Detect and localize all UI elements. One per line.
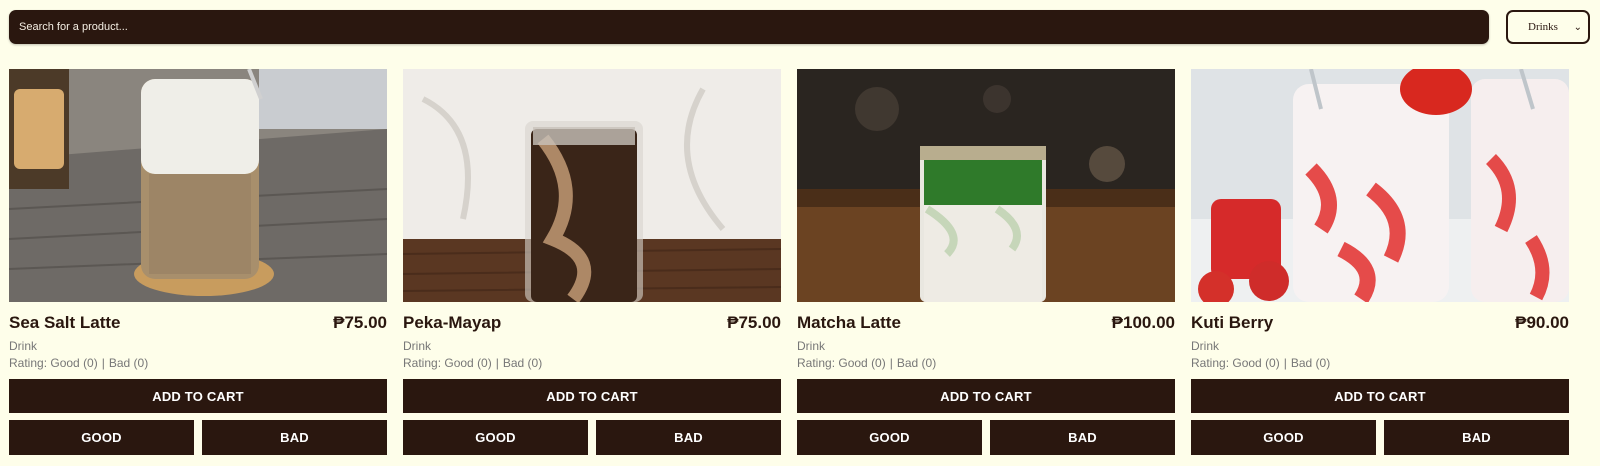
product-price: ₱75.00	[333, 313, 387, 332]
product-price: ₱90.00	[1515, 313, 1569, 332]
category-select-value: Drinks	[1528, 21, 1558, 33]
product-card: Kuti Berry ₱90.00 Drink Rating: Good (0)…	[1191, 69, 1569, 459]
rating-separator: |	[495, 356, 499, 370]
product-card: Matcha Latte ₱100.00 Drink Rating: Good …	[797, 69, 1175, 459]
product-card: Sea Salt Latte ₱75.00 Drink Rating: Good…	[9, 69, 387, 459]
top-bar: Search for a product... Drinks ⌄	[9, 10, 1590, 44]
product-image-peka-mayap	[403, 69, 781, 302]
product-category: Drink	[9, 339, 38, 353]
rating-bad-count: Bad (0)	[896, 356, 937, 370]
product-price: ₱100.00	[1111, 313, 1175, 332]
search-input[interactable]: Search for a product...	[9, 10, 1489, 44]
rating-separator: |	[889, 356, 893, 370]
product-card: Peka-Mayap ₱75.00 Drink Rating: Good (0)…	[403, 69, 781, 459]
product-name: Sea Salt Latte	[9, 313, 121, 332]
rate-bad-button[interactable]: BAD	[596, 420, 781, 455]
rate-good-button[interactable]: GOOD	[9, 420, 194, 455]
product-image-kuti-berry	[1191, 69, 1569, 302]
rating-good-count: Good (0)	[1232, 356, 1280, 370]
product-rating: Rating: Good (0) | Bad (0)	[9, 356, 148, 370]
rating-good-count: Good (0)	[50, 356, 98, 370]
rate-bad-button[interactable]: BAD	[202, 420, 387, 455]
add-to-cart-button[interactable]: ADD TO CART	[797, 379, 1175, 413]
product-category: Drink	[797, 339, 826, 353]
product-image-matcha-latte	[797, 69, 1175, 302]
chevron-down-icon: ⌄	[1573, 21, 1582, 33]
rate-good-button[interactable]: GOOD	[403, 420, 588, 455]
product-price: ₱75.00	[727, 313, 781, 332]
product-rating: Rating: Good (0) | Bad (0)	[1191, 356, 1330, 370]
product-image-sea-salt-latte	[9, 69, 387, 302]
category-select[interactable]: Drinks ⌄	[1506, 10, 1590, 44]
product-category: Drink	[403, 339, 432, 353]
product-name: Kuti Berry	[1191, 313, 1274, 332]
product-category: Drink	[1191, 339, 1220, 353]
rating-bad-count: Bad (0)	[108, 356, 149, 370]
add-to-cart-button[interactable]: ADD TO CART	[403, 379, 781, 413]
rate-bad-button[interactable]: BAD	[990, 420, 1175, 455]
rating-label: Rating:	[403, 356, 442, 370]
rating-label: Rating:	[9, 356, 48, 370]
rate-good-button[interactable]: GOOD	[797, 420, 982, 455]
rate-good-button[interactable]: GOOD	[1191, 420, 1376, 455]
product-name: Matcha Latte	[797, 313, 901, 332]
rating-separator: |	[101, 356, 105, 370]
rating-label: Rating:	[1191, 356, 1230, 370]
product-rating: Rating: Good (0) | Bad (0)	[403, 356, 542, 370]
rating-good-count: Good (0)	[838, 356, 886, 370]
product-rating: Rating: Good (0) | Bad (0)	[797, 356, 936, 370]
add-to-cart-button[interactable]: ADD TO CART	[9, 379, 387, 413]
rating-good-count: Good (0)	[444, 356, 492, 370]
rating-bad-count: Bad (0)	[502, 356, 543, 370]
add-to-cart-button[interactable]: ADD TO CART	[1191, 379, 1569, 413]
rating-label: Rating:	[797, 356, 836, 370]
rating-separator: |	[1283, 356, 1287, 370]
rating-bad-count: Bad (0)	[1290, 356, 1331, 370]
rate-bad-button[interactable]: BAD	[1384, 420, 1569, 455]
product-name: Peka-Mayap	[403, 313, 502, 332]
